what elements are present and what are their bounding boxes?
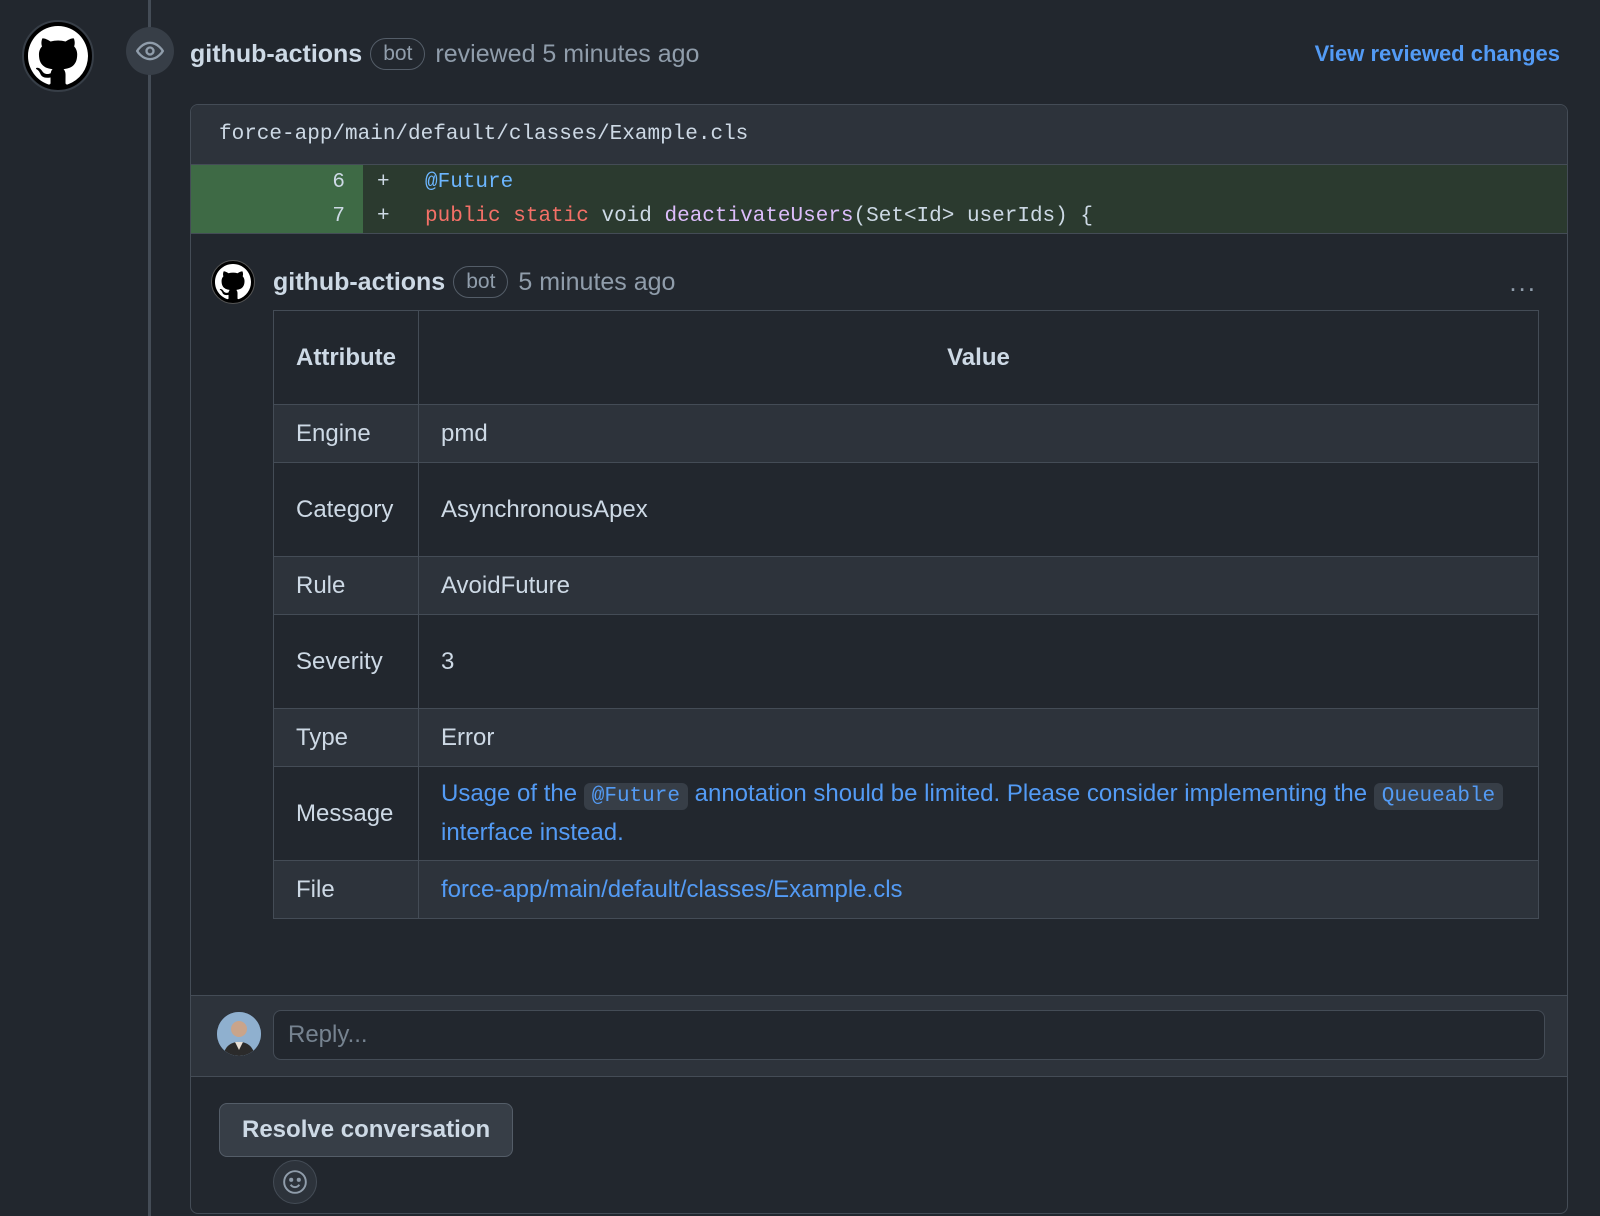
view-reviewed-changes-link[interactable]: View reviewed changes — [1315, 41, 1560, 67]
attribute-cell: Severity — [273, 614, 419, 709]
comment-timestamp[interactable]: 5 minutes ago — [518, 268, 675, 297]
line-number[interactable]: 6 — [191, 165, 363, 199]
attribute-cell: Message — [273, 766, 419, 861]
inline-code: Queueable — [1373, 783, 1504, 810]
table-row: Type Error — [273, 708, 1540, 767]
add-reaction-button[interactable] — [273, 1160, 317, 1204]
code-type: void — [601, 204, 652, 228]
code-keyword: static — [513, 204, 589, 228]
review-header: github-actions bot reviewed 5 minutes ag… — [190, 34, 1560, 74]
column-header: Attribute — [273, 310, 419, 405]
bot-badge: bot — [453, 266, 509, 298]
attributes-table: Attribute Value Engine pmd Category Asyn… — [273, 310, 1540, 919]
value-cell: 3 — [417, 614, 1540, 709]
code-keyword: public — [425, 204, 501, 228]
diff-line: 7 + public static void deactivateUsers(S… — [191, 199, 1567, 233]
github-logo-icon — [215, 264, 251, 300]
file-link[interactable]: force-app/main/default/classes/Example.c… — [417, 860, 1540, 919]
message-text: annotation should be limited. Please con… — [694, 780, 1368, 807]
attribute-cell: Category — [273, 462, 419, 557]
attribute-cell: File — [273, 860, 419, 919]
comment-author-avatar[interactable] — [211, 260, 255, 304]
diff-sign: + — [377, 204, 390, 228]
table-row: File force-app/main/default/classes/Exam… — [273, 860, 1540, 919]
review-author-link[interactable]: github-actions — [190, 40, 362, 69]
column-header: Value — [417, 310, 1540, 405]
message-cell: Usage of the @Future annotation should b… — [417, 766, 1540, 861]
comment-area: github-actions bot 5 minutes ago ... Att… — [191, 233, 1567, 1204]
kebab-icon[interactable]: ... — [1509, 267, 1537, 298]
line-number[interactable]: 7 — [191, 199, 363, 233]
code-rest: (Set<Id> userIds) { — [853, 204, 1093, 228]
table-header-row: Attribute Value — [273, 310, 1540, 405]
code-content: public static void deactivateUsers(Set<I… — [425, 205, 1093, 228]
value-cell: pmd — [417, 404, 1540, 463]
smiley-icon — [283, 1170, 307, 1194]
eye-icon — [136, 41, 164, 61]
attribute-cell: Engine — [273, 404, 419, 463]
comment-header: github-actions bot 5 minutes ago ... — [273, 262, 1537, 302]
review-thread: force-app/main/default/classes/Example.c… — [190, 104, 1568, 1214]
table-row: Severity 3 — [273, 614, 1540, 709]
table-row: Category AsynchronousApex — [273, 462, 1540, 557]
user-avatar[interactable] — [217, 1012, 261, 1056]
attribute-cell: Rule — [273, 556, 419, 615]
diff-sign: + — [377, 170, 390, 194]
code-method: deactivateUsers — [664, 204, 854, 228]
resolve-conversation-button[interactable]: Resolve conversation — [219, 1103, 514, 1157]
value-cell: AsynchronousApex — [417, 462, 1540, 557]
inline-code: @Future — [583, 783, 688, 810]
message-text: interface instead. — [440, 819, 624, 846]
value-cell: AvoidFuture — [417, 556, 1540, 615]
attribute-cell: Type — [273, 708, 419, 767]
bot-badge: bot — [370, 38, 426, 70]
table-row: Rule AvoidFuture — [273, 556, 1540, 615]
table-row: Engine pmd — [273, 404, 1540, 463]
file-path: force-app/main/default/classes/Example.c… — [219, 123, 749, 146]
reply-input[interactable] — [273, 1010, 1545, 1060]
diff-line: 6 + @Future — [191, 165, 1567, 199]
table-row: Message Usage of the @Future annotation … — [273, 766, 1540, 861]
github-logo-icon — [28, 26, 88, 85]
comment-author-link[interactable]: github-actions — [273, 268, 445, 297]
review-action-text: reviewed 5 minutes ago — [435, 39, 700, 68]
file-path-header[interactable]: force-app/main/default/classes/Example.c… — [191, 105, 1567, 165]
code-annotation: @Future — [425, 170, 514, 194]
value-cell: Error — [417, 708, 1540, 767]
review-eye-badge — [126, 27, 174, 75]
github-actions-avatar[interactable] — [22, 20, 94, 92]
user-photo-icon — [217, 1012, 261, 1056]
reply-row — [191, 995, 1567, 1077]
message-text: Usage of the — [440, 780, 578, 807]
timeline-line — [148, 0, 151, 1216]
